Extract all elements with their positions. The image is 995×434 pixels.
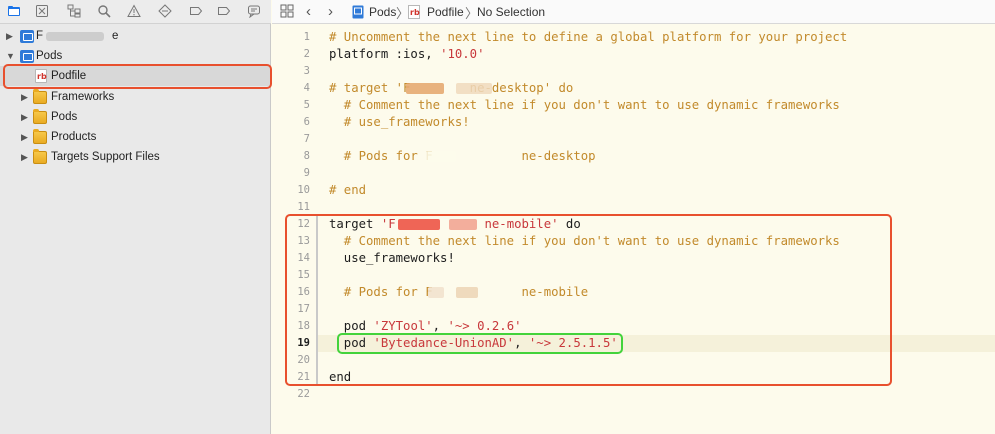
tree-item-products[interactable]: ▶ Products — [0, 127, 271, 147]
code-line: # Uncomment the next line to define a gl… — [329, 30, 847, 44]
code-line: # Pods for F ne-desktop — [329, 149, 596, 163]
folder-icon — [33, 108, 47, 124]
navigator-toolbar — [0, 0, 271, 24]
tree-item-label: F — [36, 30, 44, 42]
line-number: 11 — [297, 201, 310, 213]
xmark-box-icon[interactable] — [34, 3, 50, 19]
line-number: 9 — [303, 167, 310, 179]
disclosure-collapsed-icon[interactable]: ▶ — [21, 92, 29, 102]
code-token: # Comment the next line if you don't wan… — [329, 98, 840, 112]
search-icon[interactable] — [96, 3, 112, 19]
tree-item-label: Pods — [51, 111, 78, 123]
tag-icon[interactable] — [188, 3, 204, 19]
code-token: # end — [329, 183, 367, 197]
breadcrumb-no-selection[interactable]: No Selection — [477, 5, 545, 19]
code-token: # target 'F — [329, 81, 411, 95]
code-token: '10.0' — [440, 47, 485, 61]
redacted-text — [426, 151, 456, 162]
line-number: 8 — [303, 150, 310, 162]
ruby-file-icon: rb — [408, 5, 420, 19]
line-number: 4 — [303, 82, 310, 94]
line-number: 5 — [303, 99, 310, 111]
code-token: # use_frameworks! — [329, 115, 470, 129]
forward-arrow-icon[interactable]: › — [328, 3, 333, 20]
disclosure-collapsed-icon[interactable]: ▶ — [21, 132, 29, 142]
breadcrumb-podfile[interactable]: Podfile — [427, 5, 464, 19]
code-line: # Comment the next line if you don't wan… — [329, 98, 840, 112]
back-arrow-icon[interactable]: ‹ — [306, 3, 311, 20]
disclosure-collapsed-icon[interactable]: ▶ — [21, 112, 29, 122]
project-navigator: ▶ F e ▼ Pods rb Podfile ▶ Frameworks ▶ P — [0, 0, 272, 434]
grid-icon[interactable] — [280, 4, 294, 21]
tree-item-label: Products — [51, 131, 97, 143]
line-number: 6 — [303, 116, 310, 128]
redacted-text — [406, 83, 444, 94]
hierarchy-icon[interactable] — [66, 3, 82, 19]
code-token: ne-desktop — [521, 149, 596, 163]
line-number: 10 — [297, 184, 310, 196]
folder-icon — [33, 148, 47, 164]
line-number: 1 — [303, 31, 310, 43]
code-line: # target 'F ne-desktop' do — [329, 81, 573, 95]
xcode-project-icon — [352, 5, 364, 22]
breakpoint-icon[interactable] — [216, 3, 232, 19]
annotation-red-box-podfile — [3, 64, 272, 89]
redacted-text — [46, 32, 104, 41]
disclosure-collapsed-icon[interactable]: ▶ — [6, 31, 14, 41]
code-line: # use_frameworks! — [329, 115, 470, 129]
code-line: platform :ios, '10.0' — [329, 47, 484, 61]
folder-icon — [33, 128, 47, 144]
folder-icon — [33, 88, 47, 104]
tree-item-project[interactable]: ▶ F e — [0, 26, 271, 46]
tree-item-frameworks[interactable]: ▶ Frameworks — [0, 87, 271, 107]
tree-item-label: Frameworks — [51, 91, 115, 103]
code-token: # Pods for F — [329, 149, 433, 163]
tree-item-label: Targets Support Files — [51, 151, 160, 163]
line-number: 3 — [303, 65, 310, 77]
annotation-red-box-target — [285, 214, 892, 386]
redacted-text — [456, 83, 492, 94]
report-icon[interactable] — [246, 3, 262, 19]
line-number: 22 — [297, 388, 310, 400]
tree-item-pods[interactable]: ▶ Pods — [0, 107, 271, 127]
xcode-project-icon — [20, 49, 34, 63]
warning-icon[interactable] — [126, 3, 142, 19]
line-number: 2 — [303, 48, 310, 60]
tree-item-pods-project[interactable]: ▼ Pods — [0, 46, 271, 66]
code-token: platform :ios, — [329, 47, 441, 61]
tree-item-targets-support-files[interactable]: ▶ Targets Support Files — [0, 147, 271, 167]
editor-jump-bar: ‹ › Pods 〉 rb Podfile 〉 No Selection — [272, 0, 995, 24]
diamond-icon[interactable] — [157, 3, 173, 19]
annotation-green-box-pod — [337, 333, 623, 354]
line-number: 7 — [303, 133, 310, 145]
tree-item-label: Pods — [36, 50, 63, 62]
code-line: # end — [329, 183, 366, 197]
disclosure-expanded-icon[interactable]: ▼ — [6, 51, 15, 61]
xcode-project-icon — [20, 29, 34, 43]
folder-icon[interactable] — [6, 3, 22, 19]
breadcrumb-pods[interactable]: Pods — [369, 5, 396, 19]
disclosure-collapsed-icon[interactable]: ▶ — [21, 152, 29, 162]
code-token: # Uncomment the next line to define a gl… — [329, 30, 848, 44]
tree-item-label-suffix: e — [112, 30, 119, 42]
